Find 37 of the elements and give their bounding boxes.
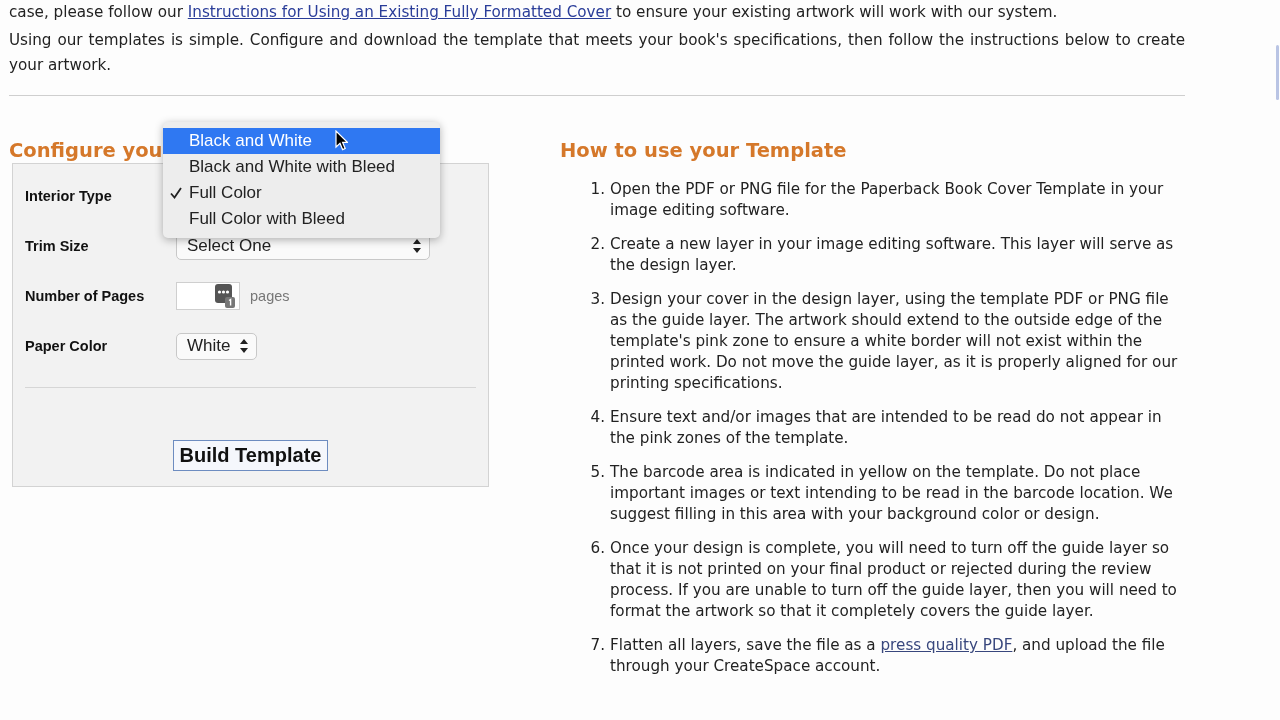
step-text: Open the PDF or PNG file for the Paperback Book Cover Template in your image editing software.: [610, 179, 1165, 221]
link[interactable]: Instructions for Using an Existing Fully Formatted Cover: [187, 3, 612, 21]
cursor-icon: [335, 130, 348, 151]
step-number: 5.: [589, 462, 606, 483]
step-number: 6.: [589, 538, 606, 559]
section-heading: How to use your Template: [560, 139, 847, 163]
build-template-button[interactable]: Build Template: [172, 440, 329, 471]
updown-arrows-icon: [240, 339, 249, 353]
updown-arrows-icon: [413, 239, 421, 253]
menu-option[interactable]: Full Color with Bleed: [163, 206, 440, 232]
step-number: 4.: [589, 407, 606, 428]
paragraph: case, please follow our Instructions for Using an Existing Fully Formatted Cover to ensure your existing artwork will work with our system.: [9, 2, 1059, 23]
paragraph: Using our templates is simple. Configure and download the template that meets your book's specifications, then follow the instructions below to create your artwork.: [9, 30, 1185, 76]
scrollbar-thumb[interactable]: [1276, 45, 1279, 100]
field-label: Paper Color: [25, 338, 109, 354]
step-text: Design your cover in the design layer, using the template PDF or PNG file as the guide layer. The artwork should extend to the outside edge of the template's pink zone to ensure a white border will not exist within the printed work. Do not move the guide layer, as it is properly aligned for our printing specifications.: [610, 289, 1179, 394]
link[interactable]: press quality PDF: [880, 636, 1013, 654]
dots-badge-icon: [215, 284, 235, 308]
section-heading: Configure you: [9, 139, 163, 163]
step-number: 2.: [589, 234, 606, 255]
menu-option[interactable]: Full Color: [163, 180, 440, 206]
step-number: 3.: [589, 289, 606, 310]
field-label: Number of Pages: [25, 288, 146, 304]
menu-option[interactable]: Black and White with Bleed: [163, 154, 440, 180]
field-label: Interior Type: [25, 188, 113, 204]
unit-label: pages: [250, 288, 290, 304]
step-text: Ensure text and/or images that are intended to be read do not appear in the pink zones of the template.: [610, 407, 1163, 449]
number-input[interactable]: [176, 282, 240, 310]
step-text: The barcode area is indicated in yellow on the template. Do not place important images or text intending to be read in the barcode location. We suggest filling in this area with your background color or design.: [610, 462, 1174, 525]
menu-option[interactable]: Black and White: [163, 128, 440, 154]
step-text: Once your design is complete, you will need to turn off the guide layer so that it is not printed on your final product or rejected during the review process. If you are unable to turn off the guide layer, then you will need to format the artwork so that it completely covers the guide layer.: [610, 538, 1178, 622]
step-text: Flatten all layers, save the file as a press quality PDF, and upload the file through your CreateSpace account.: [610, 635, 1166, 677]
field-label: Trim Size: [25, 238, 90, 254]
select-dropdown[interactable]: White: [176, 332, 258, 360]
step-text: Create a new layer in your image editing software. This layer will serve as the design layer.: [610, 234, 1175, 276]
step-number: 1.: [589, 179, 606, 200]
step-number: 7.: [589, 635, 606, 656]
